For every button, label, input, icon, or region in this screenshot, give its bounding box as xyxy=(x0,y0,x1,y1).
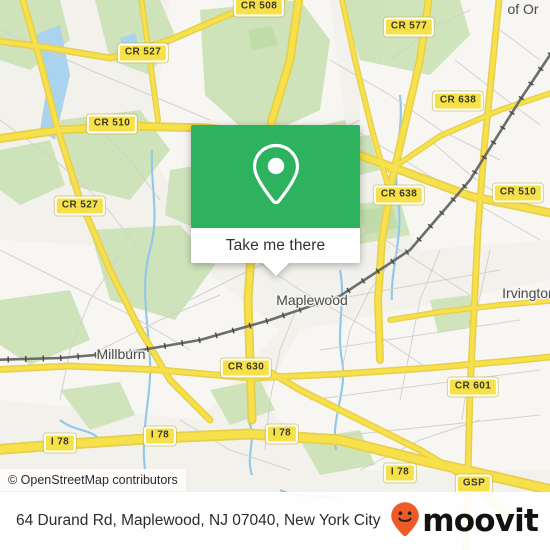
road-shield: I 78 xyxy=(265,424,299,444)
road-shield: CR 601 xyxy=(447,377,499,397)
bottom-bar: 64 Durand Rd, Maplewood, NJ 07040, New Y… xyxy=(0,492,550,550)
road-shield: CR 527 xyxy=(54,196,106,216)
road-shield: CR 527 xyxy=(117,43,169,63)
map-canvas[interactable]: CR 508 CR 577 CR 527 CR 638 CR 510 CR 51… xyxy=(0,0,550,550)
callout-action-area[interactable]: Take me there xyxy=(191,228,360,276)
callout-tail xyxy=(262,263,289,276)
address-label: 64 Durand Rd, Maplewood, NJ 07040, New Y… xyxy=(16,512,381,529)
location-callout[interactable]: Take me there xyxy=(191,125,360,276)
place-label-south-orange: of Or xyxy=(507,1,539,17)
road-shield: CR 510 xyxy=(86,114,138,134)
callout-pin-area xyxy=(191,125,360,228)
road-shield: CR 630 xyxy=(220,358,272,378)
road-shield: I 78 xyxy=(383,463,417,483)
place-label-millburn: Millburn xyxy=(96,346,146,362)
map-pin-icon xyxy=(248,140,304,213)
moovit-wordmark: moovit xyxy=(422,502,539,539)
moovit-brand[interactable]: moovit xyxy=(390,501,539,542)
place-label-maplewood: Maplewood xyxy=(276,292,348,308)
road-shield: CR 638 xyxy=(432,91,484,111)
road-shield: GSP xyxy=(455,474,493,494)
road-shield: CR 638 xyxy=(373,185,425,205)
road-shield: I 78 xyxy=(143,426,177,446)
osm-attribution[interactable]: © OpenStreetMap contributors xyxy=(0,469,186,491)
road-shield: CR 577 xyxy=(383,17,435,37)
road-shield: I 78 xyxy=(43,433,77,453)
moovit-smiley-pin-icon xyxy=(390,501,420,542)
place-label-irvington: Irvington xyxy=(502,285,550,301)
take-me-there-label: Take me there xyxy=(225,236,326,254)
road-shield: CR 510 xyxy=(492,183,544,203)
road-shield: CR 508 xyxy=(233,0,285,17)
map-screenshot: CR 508 CR 577 CR 527 CR 638 CR 510 CR 51… xyxy=(0,0,550,550)
